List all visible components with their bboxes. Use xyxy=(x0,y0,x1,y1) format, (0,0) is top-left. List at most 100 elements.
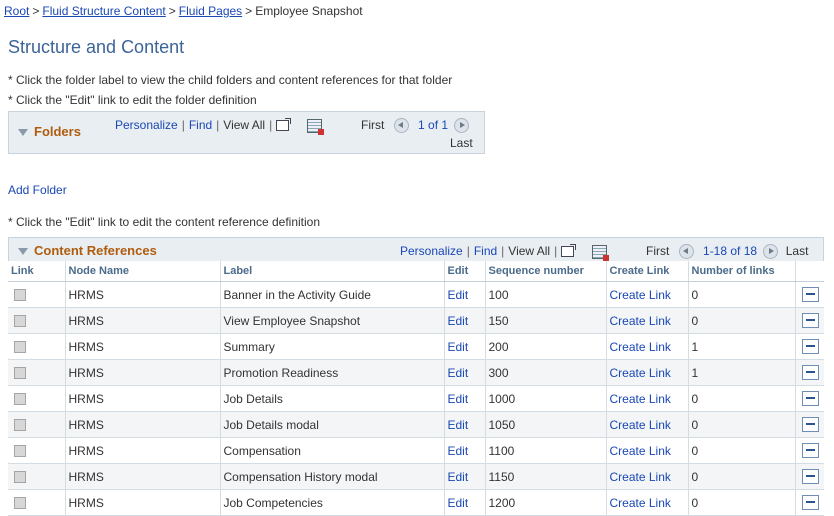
column-header-node-name[interactable]: Node Name xyxy=(65,261,221,282)
label-cell: Compensation History modal xyxy=(220,463,445,490)
create-link-link[interactable]: Create Link xyxy=(610,418,671,432)
breadcrumb: Root > Fluid Structure Content > Fluid Pages… xyxy=(4,4,363,18)
label-cell: Promotion Readiness xyxy=(220,359,445,386)
pipe-divider: | xyxy=(181,118,185,132)
collapse-triangle-icon xyxy=(18,129,28,137)
node-name-cell: HRMS xyxy=(65,333,221,360)
next-arrow-icon[interactable] xyxy=(763,244,779,260)
delete-row-minus-icon[interactable] xyxy=(801,391,819,407)
number-of-links-cell: 0 xyxy=(688,307,796,334)
edit-link[interactable]: Edit xyxy=(448,366,469,380)
edit-cell: Edit xyxy=(444,489,486,516)
link-checkbox[interactable] xyxy=(14,315,26,328)
content-references-header: Content References Personalize | Find | View… xyxy=(8,237,824,263)
link-checkbox[interactable] xyxy=(14,289,26,302)
cref-last-label[interactable]: Last xyxy=(786,244,809,258)
folders-find-link[interactable]: Find xyxy=(189,118,212,132)
next-arrow-icon[interactable] xyxy=(454,118,470,134)
zoom-grid-icon[interactable] xyxy=(561,244,577,258)
create-link-cell: Create Link xyxy=(606,359,689,386)
cref-grid-title: Content References xyxy=(34,243,157,258)
download-grid-icon[interactable] xyxy=(306,118,324,135)
create-link-cell: Create Link xyxy=(606,333,689,360)
table-row: HRMS Job Details modal Edit 1050 Create Link… xyxy=(8,411,824,438)
delete-row-minus-icon[interactable] xyxy=(801,287,819,303)
delete-row-minus-icon[interactable] xyxy=(801,469,819,485)
delete-row-minus-icon[interactable] xyxy=(801,339,819,355)
folders-grid: Folders Personalize | Find | View All | First… xyxy=(8,111,485,154)
breadcrumb-root-link[interactable]: Root xyxy=(4,4,29,18)
link-cell xyxy=(8,333,66,360)
link-checkbox[interactable] xyxy=(14,419,26,432)
folders-first-label[interactable]: First xyxy=(361,118,384,132)
create-link-link[interactable]: Create Link xyxy=(610,392,671,406)
edit-cell: Edit xyxy=(444,463,486,490)
edit-link[interactable]: Edit xyxy=(448,470,469,484)
create-link-link[interactable]: Create Link xyxy=(610,288,671,302)
create-link-link[interactable]: Create Link xyxy=(610,496,671,510)
delete-row-minus-icon[interactable] xyxy=(801,313,819,329)
label-cell: Summary xyxy=(220,333,445,360)
link-cell xyxy=(8,385,66,412)
node-name-cell: HRMS xyxy=(65,307,221,334)
cref-find-link[interactable]: Find xyxy=(474,244,497,258)
delete-row-minus-icon[interactable] xyxy=(801,365,819,381)
edit-link[interactable]: Edit xyxy=(448,392,469,406)
pipe-divider: | xyxy=(216,118,220,132)
folders-grid-header[interactable]: Folders xyxy=(18,124,81,139)
download-grid-icon[interactable] xyxy=(591,244,609,261)
edit-link[interactable]: Edit xyxy=(448,444,469,458)
delete-row-cell xyxy=(795,385,824,412)
edit-link[interactable]: Edit xyxy=(448,418,469,432)
table-row: HRMS Banner in the Activity Guide Edit 100 C… xyxy=(8,281,824,308)
column-header-edit[interactable]: Edit xyxy=(444,261,486,282)
folders-personalize-link[interactable]: Personalize xyxy=(115,118,178,132)
breadcrumb-fluid-structure-link[interactable]: Fluid Structure Content xyxy=(42,4,165,18)
label-cell: Job Details xyxy=(220,385,445,412)
cref-view-all-link[interactable]: View All xyxy=(508,244,550,258)
node-name-cell: HRMS xyxy=(65,385,221,412)
column-header-label[interactable]: Label xyxy=(220,261,445,282)
number-of-links-cell: 0 xyxy=(688,411,796,438)
pipe-divider: | xyxy=(466,244,470,258)
previous-arrow-icon[interactable] xyxy=(393,118,409,134)
edit-link[interactable]: Edit xyxy=(448,314,469,328)
folders-last-label[interactable]: Last xyxy=(450,136,473,150)
folders-view-all-link[interactable]: View All xyxy=(223,118,265,132)
zoom-grid-icon[interactable] xyxy=(276,118,292,132)
delete-row-cell xyxy=(795,307,824,334)
edit-link[interactable]: Edit xyxy=(448,288,469,302)
link-checkbox[interactable] xyxy=(14,445,26,458)
edit-link[interactable]: Edit xyxy=(448,340,469,354)
create-link-link[interactable]: Create Link xyxy=(610,366,671,380)
edit-link[interactable]: Edit xyxy=(448,496,469,510)
delete-row-minus-icon[interactable] xyxy=(801,443,819,459)
cref-grid-header[interactable]: Content References xyxy=(18,243,157,258)
delete-row-minus-icon[interactable] xyxy=(801,495,819,511)
link-checkbox[interactable] xyxy=(14,341,26,354)
table-row: HRMS Job Competencies Edit 1200 Create Link 0 xyxy=(8,489,824,516)
cref-personalize-link[interactable]: Personalize xyxy=(400,244,463,258)
column-header-number-of-links[interactable]: Number of links xyxy=(688,261,796,282)
cref-first-label[interactable]: First xyxy=(646,244,669,258)
table-header-row: Link Node Name Label Edit Sequence numbe… xyxy=(8,261,824,282)
create-link-link[interactable]: Create Link xyxy=(610,340,671,354)
link-checkbox[interactable] xyxy=(14,471,26,484)
column-header-create-link[interactable]: Create Link xyxy=(606,261,689,282)
breadcrumb-fluid-pages-link[interactable]: Fluid Pages xyxy=(179,4,242,18)
delete-row-minus-icon[interactable] xyxy=(801,417,819,433)
link-cell xyxy=(8,437,66,464)
create-link-link[interactable]: Create Link xyxy=(610,314,671,328)
link-checkbox[interactable] xyxy=(14,367,26,380)
link-checkbox[interactable] xyxy=(14,393,26,406)
link-checkbox[interactable] xyxy=(14,497,26,510)
column-header-sequence-number[interactable]: Sequence number xyxy=(485,261,607,282)
column-header-link[interactable]: Link xyxy=(8,261,66,282)
edit-cell: Edit xyxy=(444,307,486,334)
link-cell xyxy=(8,281,66,308)
create-link-link[interactable]: Create Link xyxy=(610,470,671,484)
create-link-link[interactable]: Create Link xyxy=(610,444,671,458)
add-folder-link[interactable]: Add Folder xyxy=(8,183,67,197)
previous-arrow-icon[interactable] xyxy=(678,244,694,260)
page-title: Structure and Content xyxy=(8,37,185,57)
